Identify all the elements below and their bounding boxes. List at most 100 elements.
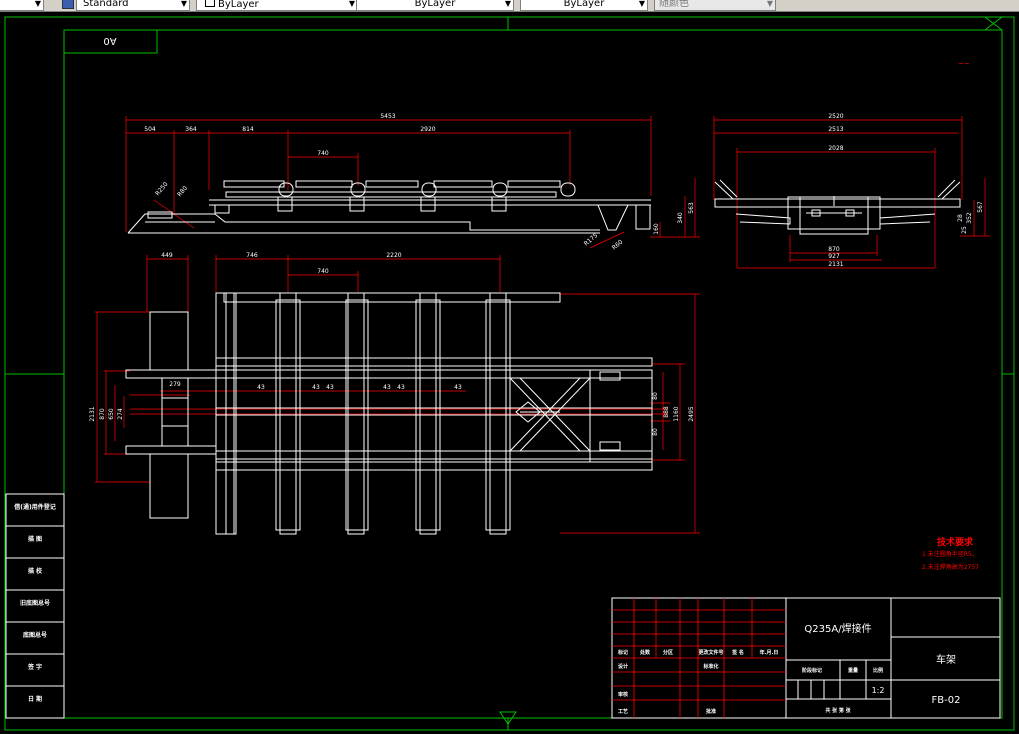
dim-43-b: 43 xyxy=(312,384,320,391)
dim-567: 567 xyxy=(977,201,984,213)
stamp-label-3: 旧底图总号 xyxy=(20,599,50,607)
stamp-label-6: 日 期 xyxy=(28,695,42,703)
drawing-number: FB-02 xyxy=(932,695,961,706)
chevron-down-icon: ▼ xyxy=(638,0,645,8)
linetype-value: ByLayer xyxy=(414,0,456,9)
dim-43-d: 43 xyxy=(383,384,391,391)
dim-overall: 5453 xyxy=(380,113,395,120)
dim-927: 927 xyxy=(828,253,840,260)
dim-2131: 2131 xyxy=(828,261,843,268)
scale-value: 1:2 xyxy=(872,686,885,695)
end-view-dimensions xyxy=(713,116,990,269)
layer-select[interactable]: ByLayer ▼ xyxy=(196,0,358,11)
text-style-value: Standard xyxy=(83,0,129,9)
color-swatch-icon xyxy=(205,0,215,7)
stamp-label-5: 签 字 xyxy=(27,663,42,671)
dim-43-f: 43 xyxy=(454,384,462,391)
chevron-down-icon: ▼ xyxy=(766,0,773,8)
dim-2495: 2495 xyxy=(688,406,695,421)
chevron-down-icon: ▼ xyxy=(180,0,187,8)
dim-80-b: 80 xyxy=(652,428,659,436)
tb-label-standardize: 标准化 xyxy=(702,663,718,670)
side-view: 5453 504 364 814 2920 740 340 563 160 R2… xyxy=(125,113,700,252)
dim-r60: R60 xyxy=(611,238,625,251)
dim-2131: 2131 xyxy=(89,406,96,421)
revision-mark: ~~ xyxy=(958,60,970,68)
properties-toolbar: ▼ Standard ▼ ByLayer ▼ ByLayer ▼ ByLayer ▼ 随… xyxy=(0,0,1019,12)
dim-80-a: 80 xyxy=(652,392,659,400)
plan-view-geometry xyxy=(125,292,653,535)
text-style-icon[interactable] xyxy=(62,0,74,9)
dim-274: 274 xyxy=(117,408,124,420)
tb-label-change-doc: 更改文件号 xyxy=(698,649,723,656)
tech-requirements: 技术要求 1.未注圆角半径R5。 2.未注焊角高为2757 xyxy=(922,536,979,571)
dim-25: 25 xyxy=(961,226,968,234)
layer-value: ByLayer xyxy=(218,0,259,10)
dim-563: 563 xyxy=(688,202,695,214)
lineweight-select[interactable]: ByLayer ▼ xyxy=(520,0,648,11)
dim-28: 28 xyxy=(957,214,964,222)
dim-504: 504 xyxy=(144,126,156,133)
dim-43-a: 43 xyxy=(257,384,265,391)
title-block-revision-grid xyxy=(612,598,786,718)
dim-449: 449 xyxy=(161,252,173,259)
dim-364: 364 xyxy=(185,126,197,133)
dim-279: 279 xyxy=(169,381,181,388)
tb-label-date: 年.月.日 xyxy=(760,649,779,656)
dim-r175: R175 xyxy=(583,232,600,248)
title-block: 标记 处数 分区 更改文件号 签 名 年.月.日 设计 标准化 审核 工艺 批准… xyxy=(611,597,1001,719)
tb-label-signature: 签 名 xyxy=(731,649,744,656)
dim-160: 160 xyxy=(653,223,660,235)
plan-view-dimensions xyxy=(95,255,700,534)
dim-340: 340 xyxy=(677,212,684,224)
lineweight-value: ByLayer xyxy=(563,0,605,9)
dim-740: 740 xyxy=(317,268,329,275)
stamp-label-2: 描 校 xyxy=(28,567,43,575)
tb-label-count: 处数 xyxy=(639,649,651,656)
dim-2520: 2520 xyxy=(828,113,843,120)
end-view: 2520 2513 2028 870 927 2131 567 352 28 2… xyxy=(713,113,990,269)
side-view-dimensions xyxy=(125,116,700,249)
dim-43-c: 43 xyxy=(326,384,334,391)
left-stamp-column: 借(通)用件登记 描 图 描 校 旧底图总号 底图总号 签 字 日 期 xyxy=(5,493,65,719)
tb-label-stage-mark: 阶段标记 xyxy=(802,667,822,674)
dim-1160: 1160 xyxy=(673,406,680,421)
chevron-down-icon: ▼ xyxy=(34,0,41,8)
chevron-down-icon: ▼ xyxy=(504,0,511,8)
side-view-geometry xyxy=(127,180,651,234)
stamp-label-1: 描 图 xyxy=(28,535,42,543)
dim-870: 870 xyxy=(828,246,840,253)
dim-740: 740 xyxy=(317,150,329,157)
sheet-size-label: A0 xyxy=(103,35,116,46)
part-name: 车架 xyxy=(936,653,956,666)
material-label: Q235A/焊接件 xyxy=(804,622,871,635)
tb-label-scale: 比例 xyxy=(873,667,883,674)
tech-req-item-2: 2.未注焊角高为2757 xyxy=(922,563,979,571)
dim-870: 870 xyxy=(99,408,106,420)
linetype-select[interactable]: ByLayer ▼ xyxy=(356,0,514,11)
tb-label-approve: 批准 xyxy=(706,708,716,715)
dim-2028: 2028 xyxy=(828,145,843,152)
chevron-down-icon: ▼ xyxy=(348,0,355,8)
dim-888: 888 xyxy=(663,406,670,418)
dim-746: 746 xyxy=(246,252,258,259)
dim-2513: 2513 xyxy=(828,126,843,133)
text-style-select[interactable]: Standard ▼ xyxy=(76,0,190,11)
tb-label-review: 审核 xyxy=(618,691,628,698)
drawing-canvas[interactable]: A0 ~~ 5453 504 364 814 2920 740 340 563 … xyxy=(0,12,1019,734)
dim-43-e: 43 xyxy=(397,384,405,391)
tb-total-sheets: 共 张 第 张 xyxy=(825,707,851,714)
end-view-geometry xyxy=(714,179,961,235)
plan-view: 449 746 2220 740 43 43 43 43 43 43 279 2… xyxy=(89,252,700,535)
dim-2220: 2220 xyxy=(386,252,401,259)
tb-label-mark: 标记 xyxy=(617,649,628,656)
dim-2920: 2920 xyxy=(420,126,435,133)
end-view-dim-labels: 2520 2513 2028 870 927 2131 567 352 28 2… xyxy=(828,113,984,268)
dim-650: 650 xyxy=(108,408,115,420)
plot-style-value: 随颜色 xyxy=(659,0,689,9)
tb-label-weight: 重量 xyxy=(848,667,858,674)
prev-dropdown[interactable]: ▼ xyxy=(0,0,44,11)
plot-style-select[interactable]: 随颜色 ▼ xyxy=(654,0,776,11)
dim-r80: R80 xyxy=(176,185,189,199)
tb-label-zone: 分区 xyxy=(663,649,673,656)
